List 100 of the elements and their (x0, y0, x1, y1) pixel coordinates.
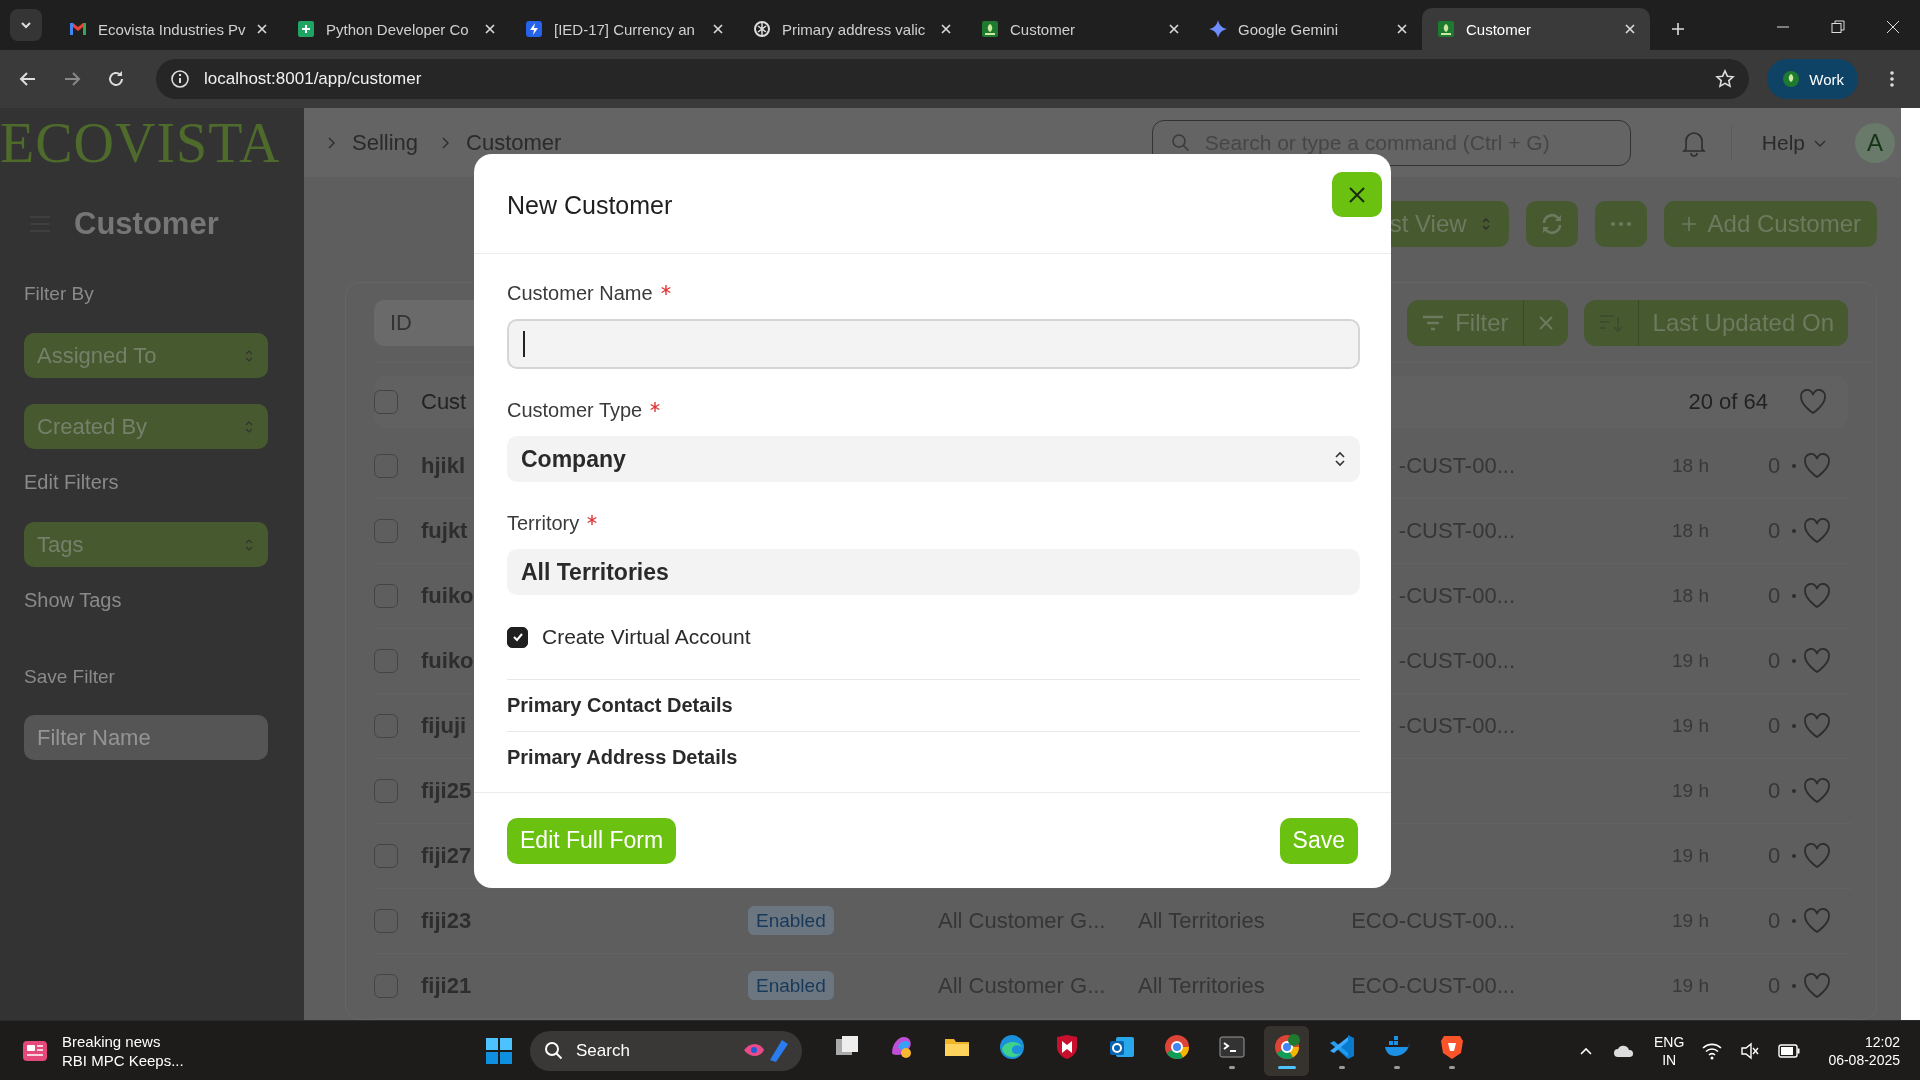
separator-dot (1792, 659, 1796, 663)
region-label[interactable]: IN (1662, 1050, 1677, 1069)
breadcrumb-link[interactable]: Selling (352, 129, 419, 156)
browser-tab[interactable]: Google Gemini (1194, 8, 1422, 50)
browser-tab[interactable]: Ecovista Industries Pv (54, 8, 282, 50)
row-checkbox[interactable] (374, 454, 398, 478)
section-label: Filter By (24, 283, 94, 305)
clock-time[interactable]: 12:02 (1864, 1032, 1900, 1051)
breadcrumb-link[interactable]: Customer (466, 129, 562, 156)
section-label: Save Filter (24, 666, 115, 688)
address-bar[interactable]: localhost:8001/app/customer (156, 59, 1750, 99)
separator-dot (1792, 529, 1796, 533)
filter-select[interactable]: Created By (24, 404, 268, 449)
select-all-checkbox[interactable] (374, 390, 398, 414)
restore-icon[interactable] (1831, 20, 1845, 34)
bolt-square-icon (524, 19, 544, 39)
close-icon[interactable] (940, 23, 952, 35)
clock-date[interactable]: 06-08-2025 (1828, 1050, 1900, 1069)
filter-select[interactable]: Assigned To (24, 333, 268, 378)
plus-icon[interactable] (1670, 21, 1686, 37)
dialog-title: New Customer (507, 191, 673, 220)
row-checkbox[interactable] (374, 909, 398, 933)
tab-title: Python Developer Co (326, 20, 470, 38)
wifi-icon[interactable] (1702, 1041, 1723, 1060)
save-button[interactable]: Save (1279, 817, 1358, 864)
muted-speaker-icon[interactable] (1740, 1041, 1761, 1060)
row-checkbox[interactable] (374, 584, 398, 608)
reload-icon[interactable] (106, 69, 126, 89)
more-icon (1608, 221, 1633, 227)
close-button[interactable] (1332, 172, 1382, 217)
customer-type-select[interactable]: Company (507, 436, 1360, 482)
browser-tab[interactable]: Customer (1422, 8, 1650, 50)
field-label: Customer Type (507, 399, 643, 422)
info-icon[interactable] (170, 69, 190, 89)
search-icon (544, 1040, 564, 1061)
news-headline[interactable]: RBI MPC Keeps... (62, 1050, 184, 1070)
avatar[interactable]: A (1855, 122, 1895, 163)
tab-search-button[interactable] (10, 9, 42, 41)
column-header: Cust (421, 389, 467, 415)
table-icon (296, 19, 316, 39)
row-checkbox[interactable] (374, 974, 398, 998)
tab-title: Google Gemini (1238, 20, 1340, 38)
close-icon[interactable] (484, 23, 496, 35)
checkbox-label: Create Virtual Account (542, 625, 751, 649)
news-title[interactable]: Breaking news (62, 1031, 184, 1051)
search-icon (1170, 132, 1191, 153)
browser-tab[interactable]: Customer (966, 8, 1194, 50)
row-checkbox[interactable] (374, 844, 398, 868)
close-icon[interactable] (256, 23, 268, 35)
page-title: Customer (74, 206, 219, 242)
row-checkbox[interactable] (374, 714, 398, 738)
close-icon[interactable] (1168, 23, 1180, 35)
edit-full-form-button[interactable]: Edit Full Form (507, 817, 677, 864)
profile-button[interactable]: Work (1767, 59, 1858, 99)
filter-name-field[interactable]: Filter Name (24, 715, 268, 760)
close-icon (1347, 184, 1367, 205)
language-label[interactable]: ENG (1654, 1032, 1685, 1051)
filter-icon (1421, 313, 1446, 332)
show-tags-link[interactable]: Show Tags (24, 589, 122, 612)
close-icon[interactable] (1624, 23, 1636, 35)
result-count: 20 of 64 (1688, 389, 1768, 415)
separator-dot (1792, 594, 1796, 598)
row-checkbox[interactable] (374, 649, 398, 673)
help-menu[interactable]: Help (1755, 129, 1833, 156)
separator-dot (1792, 464, 1796, 468)
knot-icon (752, 19, 772, 39)
up-down-icon (1334, 449, 1346, 469)
tags-select[interactable]: Tags (24, 522, 268, 567)
customer-name-field[interactable] (507, 319, 1360, 369)
separator-dot (1792, 984, 1796, 988)
browser-tab[interactable]: Primary address valic (738, 8, 966, 50)
close-icon (1537, 314, 1554, 331)
plus-icon (1679, 215, 1698, 233)
browser-tab[interactable]: [IED-17] Currency an (510, 8, 738, 50)
windows-icon[interactable] (484, 1035, 514, 1066)
tab-title: [IED-17] Currency an (554, 20, 696, 38)
edit-filters-link[interactable]: Edit Filters (24, 471, 119, 494)
browser-tab[interactable]: Python Developer Co (282, 8, 510, 50)
row-checkbox[interactable] (374, 779, 398, 803)
section-heading[interactable]: Primary Contact Details (507, 694, 733, 717)
status-badge: Enabled (748, 971, 834, 1000)
tab-title: Customer (1466, 20, 1533, 38)
close-icon[interactable] (712, 23, 724, 35)
search-label: Search (576, 1040, 630, 1061)
close-icon[interactable] (1886, 20, 1900, 34)
star-icon[interactable] (1715, 69, 1736, 89)
separator-dot (1792, 789, 1796, 793)
taskbar-search[interactable]: Search (530, 1030, 802, 1071)
circle-icon (1162, 1032, 1191, 1061)
battery-icon[interactable] (1778, 1043, 1801, 1058)
checkbox[interactable] (507, 626, 528, 648)
section-heading[interactable]: Primary Address Details (507, 746, 738, 769)
circle-icon (1272, 1032, 1301, 1061)
url-text: localhost:8001/app/customer (204, 69, 422, 89)
territory-field[interactable]: All Territories (507, 549, 1360, 595)
status-badge: Enabled (748, 906, 834, 935)
close-icon[interactable] (1396, 23, 1408, 35)
separator-dot (1792, 724, 1796, 728)
row-checkbox[interactable] (374, 519, 398, 543)
taskbar-app[interactable] (1264, 1025, 1309, 1076)
